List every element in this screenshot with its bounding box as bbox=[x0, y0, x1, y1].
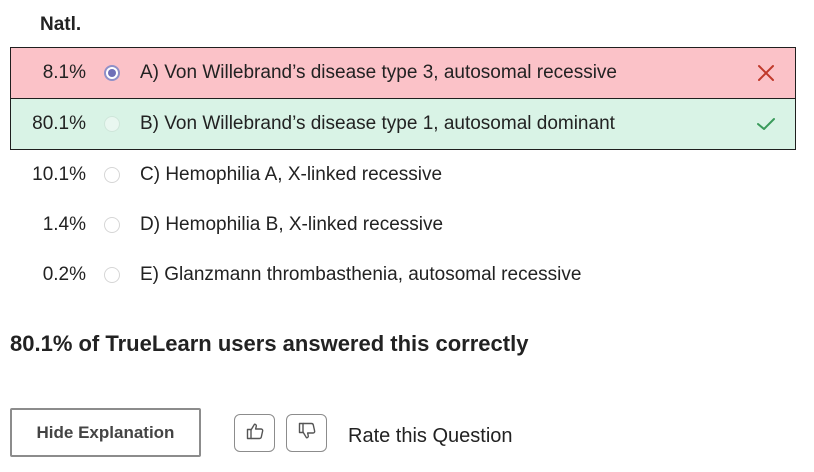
natl-column-header: Natl. bbox=[40, 14, 82, 35]
thumbs-up-icon bbox=[245, 421, 265, 446]
radio-button[interactable] bbox=[104, 267, 120, 283]
choice-percentage: 80.1% bbox=[32, 113, 86, 134]
radio-button-selected[interactable] bbox=[104, 65, 120, 81]
thumbs-down-icon bbox=[297, 421, 317, 446]
choice-text: E) Glanzmann thrombasthenia, autosomal r… bbox=[140, 264, 582, 285]
check-icon bbox=[755, 113, 777, 135]
answer-choice-a[interactable]: 8.1% A) Von Willebrand’s disease type 3,… bbox=[10, 47, 796, 99]
choice-text: B) Von Willebrand’s disease type 1, auto… bbox=[140, 113, 615, 134]
correct-percentage-summary: 80.1% of TrueLearn users answered this c… bbox=[10, 331, 529, 356]
radio-button[interactable] bbox=[104, 217, 120, 233]
radio-button[interactable] bbox=[104, 167, 120, 183]
choice-text: A) Von Willebrand’s disease type 3, auto… bbox=[140, 62, 618, 83]
answer-choice-b[interactable]: 80.1% B) Von Willebrand’s disease type 1… bbox=[10, 98, 796, 150]
choice-percentage: 8.1% bbox=[42, 62, 86, 83]
choice-text: D) Hemophilia B, X-linked recessive bbox=[140, 214, 444, 235]
answer-choices: 8.1% A) Von Willebrand’s disease type 3,… bbox=[10, 47, 796, 300]
choice-percentage: 10.1% bbox=[32, 164, 86, 185]
hide-explanation-button[interactable]: Hide Explanation bbox=[10, 408, 201, 457]
answer-choice-e[interactable]: 0.2% E) Glanzmann thrombasthenia, autoso… bbox=[10, 250, 796, 300]
answer-choice-c[interactable]: 10.1% C) Hemophilia A, X-linked recessiv… bbox=[10, 150, 796, 200]
choice-percentage: 1.4% bbox=[42, 214, 86, 235]
x-icon bbox=[755, 62, 777, 84]
thumbs-down-button[interactable] bbox=[286, 414, 327, 452]
answer-choice-d[interactable]: 1.4% D) Hemophilia B, X-linked recessive bbox=[10, 200, 796, 250]
choice-percentage: 0.2% bbox=[42, 264, 86, 285]
choice-text: C) Hemophilia A, X-linked recessive bbox=[140, 164, 443, 185]
thumbs-up-button[interactable] bbox=[234, 414, 275, 452]
rate-question-label: Rate this Question bbox=[348, 425, 513, 447]
radio-button[interactable] bbox=[104, 116, 120, 132]
